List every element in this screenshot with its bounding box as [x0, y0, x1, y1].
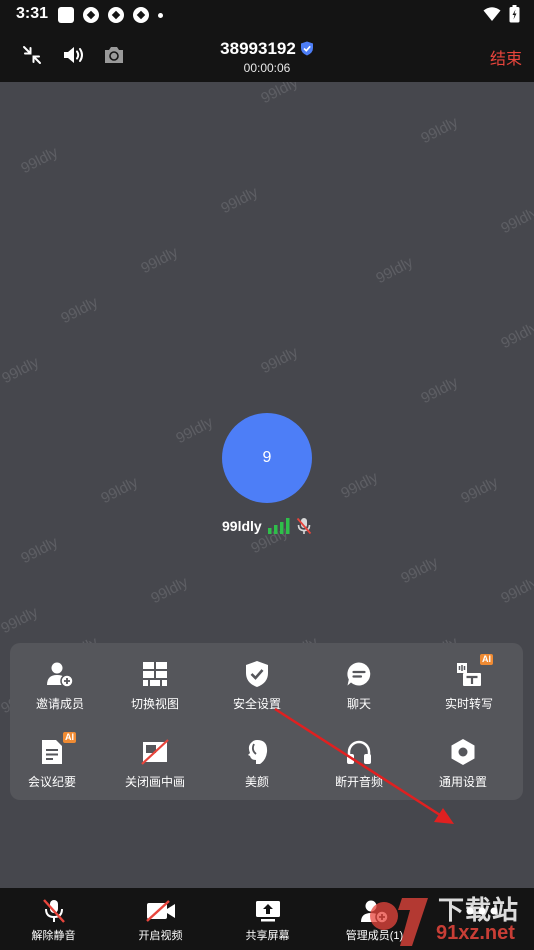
watermark-text: 99ldly [498, 573, 534, 608]
watermark-text: 99ldly [498, 318, 534, 353]
close-pip-label: 关闭画中画 [124, 775, 185, 789]
watermark-text: 99ldly [398, 553, 441, 588]
disconnect-audio-label: 断开音频 [334, 775, 383, 789]
settings-icon [448, 737, 478, 767]
chat-bubble-icon [344, 659, 374, 689]
site-logo-url: 91xz.net [436, 922, 515, 944]
watermark-text: 99ldly [458, 473, 501, 508]
meeting-timer: 00:00:06 [243, 61, 291, 75]
notification-icons [58, 7, 163, 23]
invite-members-label: 邀请成员 [35, 697, 84, 711]
meeting-minutes-button[interactable]: AI 会议纪要 [2, 729, 102, 799]
start-video-label: 开启视频 [138, 930, 183, 942]
realtime-transcribe-label: 实时转写 [444, 697, 493, 711]
security-settings-button[interactable]: 安全设置 [207, 651, 307, 721]
watermark-text: 99ldly [138, 243, 181, 278]
meeting-id: 38993192 [220, 39, 296, 58]
general-settings-button[interactable]: 通用设置 [413, 729, 513, 799]
watermark-text: 99ldly [338, 468, 381, 503]
watermark-text: 99ldly [258, 343, 301, 378]
chat-button[interactable]: 聊天 [309, 651, 409, 721]
watermark-text: 99ldly [18, 143, 61, 178]
ai-badge: AI [480, 654, 493, 665]
system-icons [483, 5, 520, 23]
pip-off-icon [140, 737, 170, 767]
headphones-icon [344, 737, 374, 767]
watermark-text: 99ldly [0, 603, 41, 638]
notification-icon [133, 7, 149, 23]
beauty-icon [242, 737, 272, 767]
mic-muted-icon [296, 517, 311, 535]
battery-icon [509, 5, 520, 23]
status-bar: 3:31 [0, 0, 534, 30]
watermark-text: 99ldly [418, 373, 461, 408]
add-person-icon [45, 659, 75, 689]
meeting-top-bar: 38993192 00:00:06 结束 [0, 30, 534, 82]
start-video-button[interactable]: 开启视频 [107, 888, 214, 950]
site-logo: 下载站 91xz.net [366, 888, 534, 950]
switch-view-button[interactable]: 切换视图 [105, 651, 205, 721]
unmute-button[interactable]: 解除静音 [0, 888, 107, 950]
camera-off-icon [145, 898, 177, 924]
unmute-label: 解除静音 [31, 930, 76, 942]
watermark-text: 99ldly [498, 203, 534, 238]
notification-icon [108, 7, 124, 23]
watermark-text: 99ldly [58, 293, 101, 328]
beauty-button[interactable]: 美颜 [207, 729, 307, 799]
chat-label: 聊天 [346, 697, 371, 711]
signal-strength-icon [267, 518, 290, 534]
shield-check-icon [242, 659, 272, 689]
watermark-text: 99ldly [0, 353, 42, 388]
watermark-text: 99ldly [98, 473, 141, 508]
verified-shield-icon [300, 41, 314, 61]
beauty-label: 美颜 [244, 775, 269, 789]
meeting-title: 38993192 [0, 39, 534, 61]
invite-members-button[interactable]: 邀请成员 [10, 651, 110, 721]
participant-name-row: 99ldly [222, 515, 312, 537]
transcribe-icon: AI [454, 654, 493, 689]
site-logo-icon [370, 898, 428, 946]
minutes-icon: AI [37, 732, 76, 767]
more-actions-panel: 邀请成员 切换视图 安全设置 聊天 AI 实时转写 AI 会议纪要 关闭画中画 … [10, 643, 523, 800]
notification-icon [83, 7, 99, 23]
watermark-text: 99ldly [173, 413, 216, 448]
mic-muted-icon [41, 898, 67, 924]
share-screen-label: 共享屏幕 [245, 930, 290, 942]
watermark-text: 99ldly [218, 183, 261, 218]
share-screen-button[interactable]: 共享屏幕 [214, 888, 321, 950]
switch-view-label: 切换视图 [130, 697, 179, 711]
wifi-icon [483, 7, 501, 21]
watermark-text: 99ldly [373, 253, 416, 288]
realtime-transcribe-button[interactable]: AI 实时转写 [419, 651, 519, 721]
meeting-minutes-label: 会议纪要 [27, 775, 76, 789]
status-time: 3:31 [16, 5, 49, 22]
grid-view-icon [140, 659, 170, 689]
close-pip-button[interactable]: 关闭画中画 [105, 729, 205, 799]
watermark-text: 99ldly [148, 573, 191, 608]
more-notifications-icon [158, 12, 163, 18]
ai-badge: AI [63, 732, 76, 743]
general-settings-label: 通用设置 [438, 775, 487, 789]
disconnect-audio-button[interactable]: 断开音频 [309, 729, 409, 799]
security-settings-label: 安全设置 [232, 697, 281, 711]
watermark-text: 99ldly [418, 113, 461, 148]
share-screen-icon [254, 898, 282, 924]
watermark-text: 99ldly [18, 533, 61, 568]
participant-name: 99ldly [222, 518, 262, 534]
watermark-text: 99ldly [258, 82, 301, 108]
end-meeting-button[interactable]: 结束 [490, 45, 522, 69]
app-notification-icon [58, 7, 74, 23]
participant-avatar: 9 [222, 413, 312, 503]
